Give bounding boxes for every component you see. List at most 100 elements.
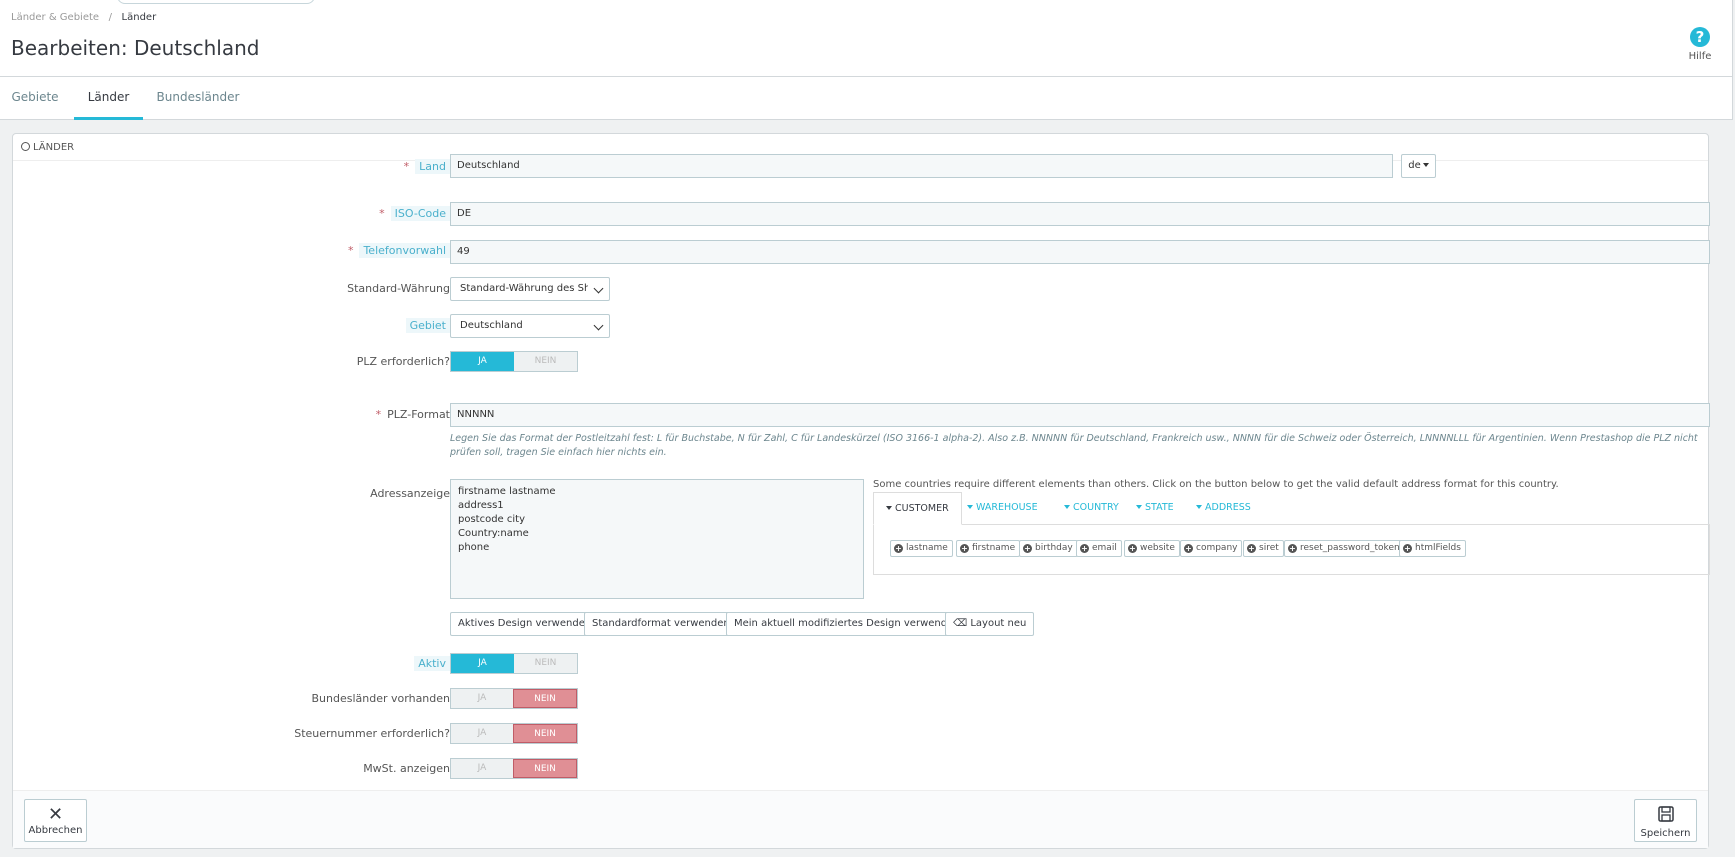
switch-no[interactable]: NEIN — [514, 352, 577, 371]
plus-circle-icon: + — [1080, 544, 1089, 553]
use-active-design-button[interactable]: Aktives Design verwenden — [450, 612, 600, 636]
active-switch[interactable]: JA NEIN — [450, 653, 578, 674]
switch-yes[interactable]: JA — [451, 724, 513, 743]
field-pill-htmlfields[interactable]: + htmlFields — [1399, 540, 1466, 557]
address-line: phone — [458, 542, 490, 553]
help-label: Hilfe — [1688, 51, 1712, 62]
cancel-label: Abbrechen — [28, 825, 83, 836]
address-line: address1 — [458, 500, 504, 511]
address-layout-textarea[interactable]: firstname lastname address1 postcode cit… — [450, 479, 864, 599]
address-layout-label: Adressanzeige — [370, 487, 450, 500]
currency-select[interactable]: Standard-Währung des Shop — [450, 277, 610, 301]
switch-yes[interactable]: JA — [451, 759, 513, 778]
caret-down-icon — [1422, 163, 1429, 167]
zip-required-label: PLZ erforderlich? — [356, 355, 450, 368]
breadcrumb-parent[interactable]: Länder & Gebiete — [11, 12, 99, 23]
country-form-panel: Länder * Land Deutschland de * ISO-Code DE… — [12, 133, 1710, 849]
phone-prefix-label: * Telefonvorwahl — [347, 243, 450, 258]
zip-format-label: * PLZ-Format — [375, 408, 450, 421]
save-icon — [1635, 805, 1696, 828]
search-input[interactable] — [117, 0, 315, 4]
contains-states-label: Bundesländer vorhanden — [311, 692, 450, 705]
field-pill-lastname[interactable]: + lastname — [890, 540, 953, 557]
plus-circle-icon: + — [1184, 544, 1193, 553]
field-pill-birthday[interactable]: + birthday — [1019, 540, 1078, 557]
chevron-down-icon — [593, 283, 604, 294]
plus-circle-icon: + — [1128, 544, 1137, 553]
zip-format-help: Legen Sie das Format der Postleitzahl fe… — [450, 433, 1698, 458]
plus-circle-icon: + — [1288, 544, 1297, 553]
switch-no[interactable]: NEIN — [513, 689, 577, 708]
address-line: postcode city — [458, 514, 526, 525]
switch-no[interactable]: NEIN — [513, 759, 577, 778]
reset-layout-button[interactable]: ⌫ Layout neu — [945, 612, 1035, 636]
language-dropdown[interactable]: de — [1401, 154, 1436, 178]
address-field-list: + lastname + firstname + birthday + email + w… — [873, 525, 1710, 575]
show-vat-switch[interactable]: JA NEIN — [450, 758, 578, 779]
tab-customer[interactable]: CUSTOMER — [873, 492, 962, 525]
vat-required-label: Steuernummer erforderlich? — [294, 727, 450, 740]
address-line: Country:name — [458, 528, 529, 539]
switch-no[interactable]: NEIN — [513, 724, 577, 743]
breadcrumb-current: Länder — [121, 12, 157, 23]
tab-laender[interactable]: Länder — [74, 77, 143, 120]
field-pill-siret[interactable]: + siret — [1243, 540, 1284, 557]
address-field-tabs: CUSTOMER WAREHOUSE COUNTRY STATE ADDRESS — [873, 492, 1710, 525]
required-marker: * — [347, 244, 354, 257]
use-modified-design-button[interactable]: Mein aktuell modifiziertes Design verwen… — [726, 612, 968, 636]
page-header: Länder & Gebiete / Länder Bearbeiten: De… — [0, 0, 1733, 77]
zone-select[interactable]: Deutschland — [450, 314, 610, 338]
contains-states-switch[interactable]: JA NEIN — [450, 688, 578, 709]
page-title: Bearbeiten: Deutschland — [11, 36, 260, 60]
cancel-button[interactable]: ✕ Abbrechen — [24, 799, 87, 842]
panel-footer: ✕ Abbrechen Speichern — [13, 790, 1708, 848]
field-pill-reset-password-token[interactable]: + reset_password_token — [1284, 540, 1405, 557]
help-icon: ? — [1690, 27, 1710, 47]
use-default-format-button[interactable]: Standardformat verwenden — [584, 612, 738, 636]
tab-address[interactable]: ADDRESS — [1196, 492, 1251, 525]
plus-circle-icon: + — [1403, 544, 1412, 553]
close-icon: ✕ — [47, 804, 64, 825]
switch-yes[interactable]: JA — [451, 352, 514, 371]
tab-country[interactable]: COUNTRY — [1064, 492, 1119, 525]
currency-label: Standard-Währung — [347, 282, 450, 295]
switch-yes[interactable]: JA — [451, 689, 513, 708]
help-button[interactable]: ? Hilfe — [1680, 27, 1720, 62]
breadcrumb: Länder & Gebiete / Länder — [11, 12, 156, 23]
chevron-down-icon — [593, 320, 604, 331]
iso-code-input[interactable]: DE — [450, 202, 1710, 226]
tab-state[interactable]: STATE — [1136, 492, 1174, 525]
breadcrumb-separator: / — [102, 12, 119, 23]
eraser-icon: ⌫ — [953, 618, 971, 629]
zone-label: Gebiet — [405, 318, 450, 333]
field-pill-email[interactable]: + email — [1076, 540, 1122, 557]
caret-down-icon — [1064, 505, 1070, 509]
zip-format-input[interactable]: NNNNN — [450, 403, 1710, 427]
address-line: firstname lastname — [458, 486, 556, 497]
field-pill-firstname[interactable]: + firstname — [956, 540, 1021, 557]
globe-icon — [21, 142, 30, 151]
zip-required-switch[interactable]: JA NEIN — [450, 351, 578, 372]
vat-required-switch[interactable]: JA NEIN — [450, 723, 578, 744]
field-pill-company[interactable]: + company — [1180, 540, 1243, 557]
tab-gebiete[interactable]: Gebiete — [0, 77, 70, 120]
field-pill-website[interactable]: + website — [1124, 540, 1180, 557]
switch-yes[interactable]: JA — [451, 654, 514, 673]
active-label: Aktiv — [414, 656, 450, 671]
required-marker: * — [379, 207, 385, 220]
switch-no[interactable]: NEIN — [514, 654, 577, 673]
land-label: * Land — [403, 159, 450, 174]
panel-heading-label: Länder — [33, 142, 75, 153]
section-tabs: Gebiete Länder Bundesländer — [0, 77, 1733, 120]
caret-down-icon — [1196, 505, 1202, 509]
tab-bundeslaender[interactable]: Bundesländer — [150, 77, 246, 120]
required-marker: * — [375, 408, 382, 421]
save-button[interactable]: Speichern — [1634, 799, 1697, 842]
tab-warehouse[interactable]: WAREHOUSE — [967, 492, 1038, 525]
plus-circle-icon: + — [1247, 544, 1256, 553]
land-input[interactable]: Deutschland — [450, 154, 1393, 178]
show-vat-label: MwSt. anzeigen — [363, 762, 450, 775]
plus-circle-icon: + — [894, 544, 903, 553]
phone-prefix-input[interactable]: 49 — [450, 240, 1710, 264]
required-marker: * — [403, 160, 410, 173]
